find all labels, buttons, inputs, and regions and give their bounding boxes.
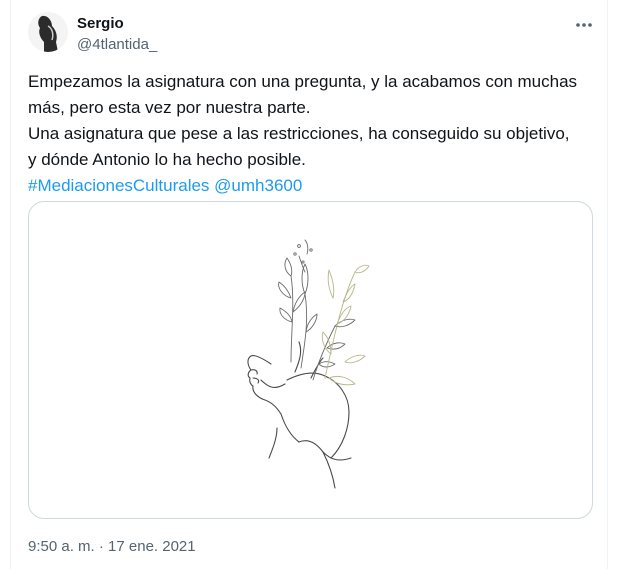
tweet-text: Empezamos la asignatura con una pregunta… [28, 69, 598, 199]
tweet-text-line: y dónde Antonio lo ha hecho posible. [28, 150, 306, 169]
line-art-illustration [247, 239, 370, 489]
avatar-image [28, 12, 68, 52]
more-options-button[interactable] [573, 14, 595, 36]
tweet-media-image[interactable] [28, 201, 593, 519]
more-horizontal-icon [576, 23, 592, 27]
avatar[interactable] [28, 12, 68, 52]
author-handle[interactable]: @4tlantida_ [77, 36, 157, 53]
tweet-card[interactable]: Sergio @4tlantida_ Empezamos la asignatu… [10, 0, 608, 569]
tweet-text-line: más, pero esta vez por nuestra parte. [28, 98, 311, 117]
hashtag-link[interactable]: #MediacionesCulturales [28, 176, 209, 195]
tweet-text-line: Una asignatura que pese a las restriccio… [28, 124, 570, 143]
tweet-timestamp[interactable]: 9:50 a. m. · 17 ene. 2021 [28, 538, 196, 555]
mention-link[interactable]: @umh3600 [214, 176, 302, 195]
tweet-text-line: Empezamos la asignatura con una pregunta… [28, 72, 578, 91]
tweet-text-line: #MediacionesCulturales @umh3600 [28, 173, 598, 199]
author-name[interactable]: Sergio [77, 15, 124, 32]
